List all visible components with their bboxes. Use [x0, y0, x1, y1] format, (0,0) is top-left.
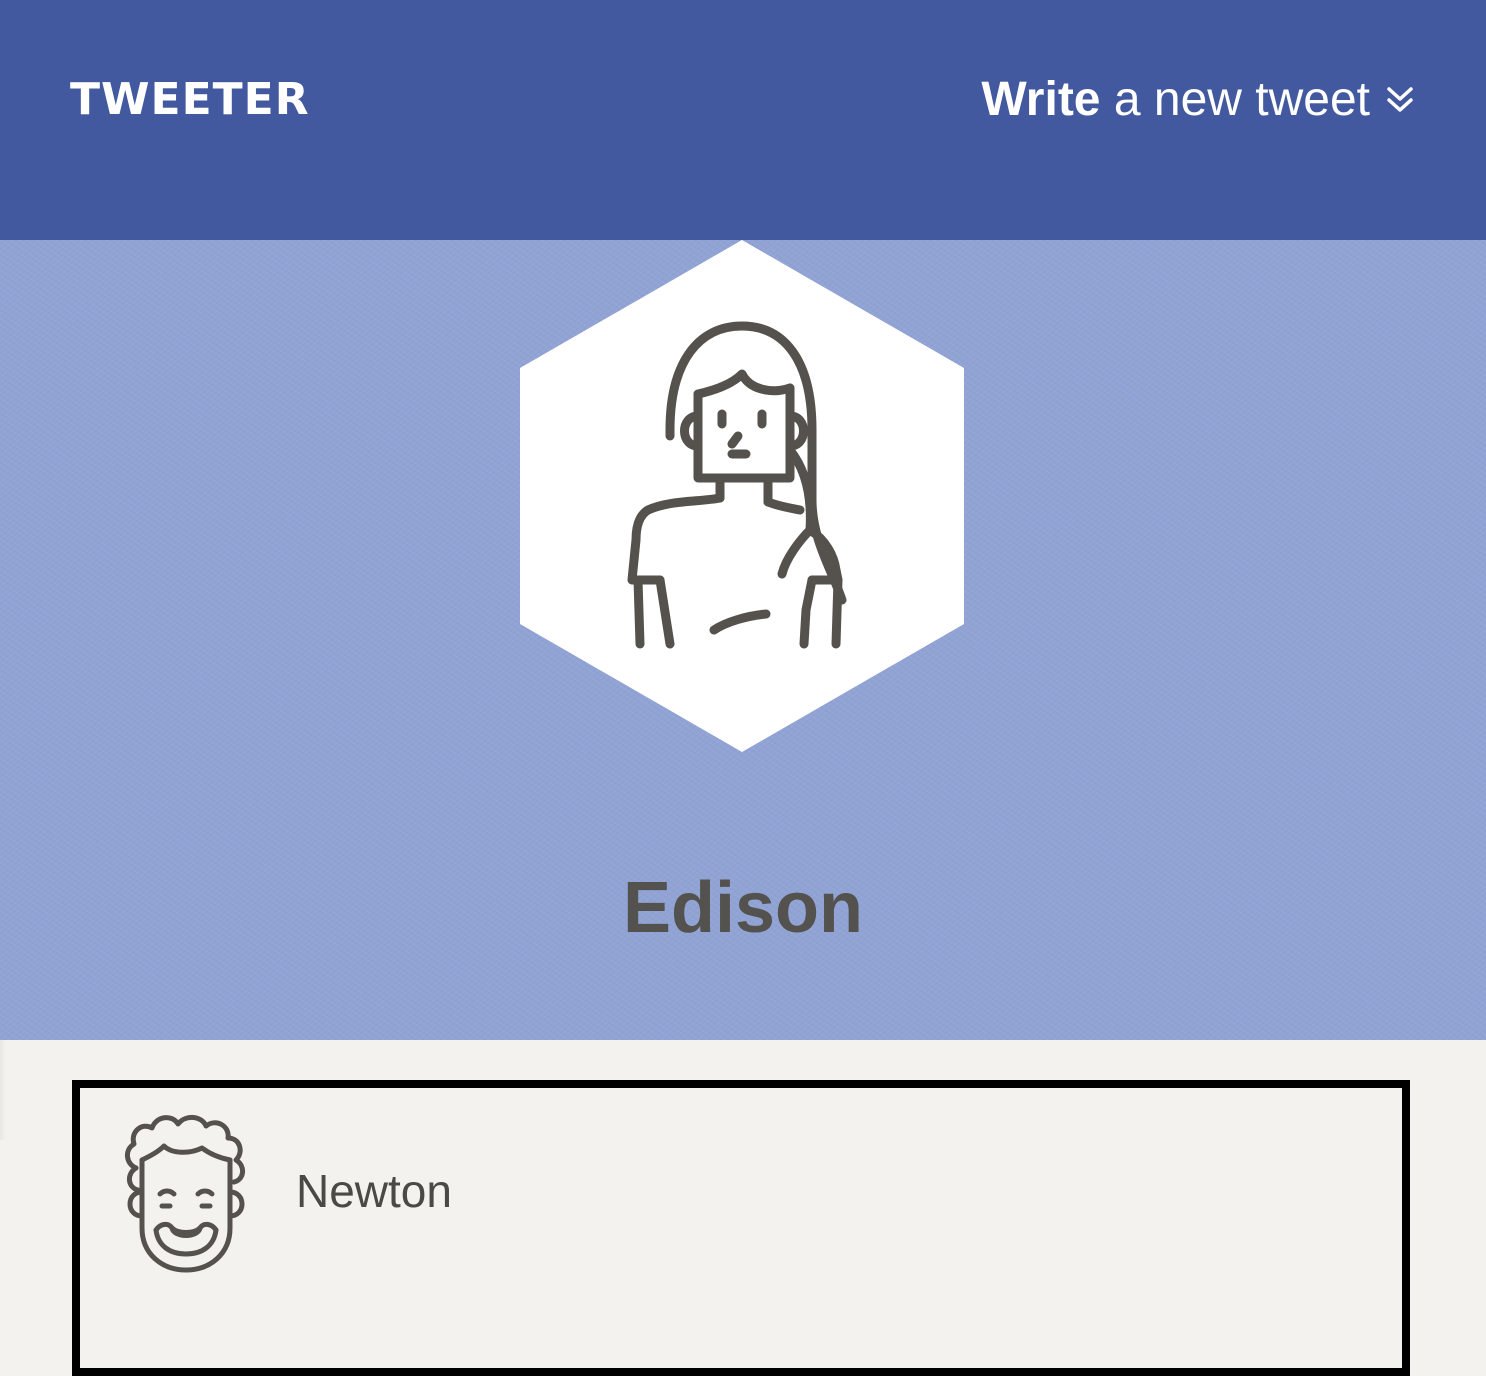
top-navigation-bar: TWEETER Write a new tweet	[0, 0, 1486, 240]
curly-hair-man-avatar-icon	[125, 1115, 245, 1273]
tweet-author-name[interactable]: Newton	[296, 1164, 452, 1218]
compose-label-bold: Write	[981, 73, 1101, 126]
page-edge-shadow	[0, 1040, 6, 1140]
profile-avatar	[520, 240, 964, 752]
compose-label: Write a new tweet	[981, 72, 1370, 128]
write-new-tweet-toggle[interactable]: Write a new tweet	[981, 72, 1416, 128]
profile-banner: Edison	[0, 240, 1486, 1040]
brand-logo[interactable]: TWEETER	[70, 74, 310, 126]
profile-name: Edison	[622, 868, 863, 948]
hexagon-frame	[520, 240, 964, 752]
compose-label-rest: a new tweet	[1113, 73, 1370, 126]
double-chevron-down-icon	[1387, 87, 1413, 112]
